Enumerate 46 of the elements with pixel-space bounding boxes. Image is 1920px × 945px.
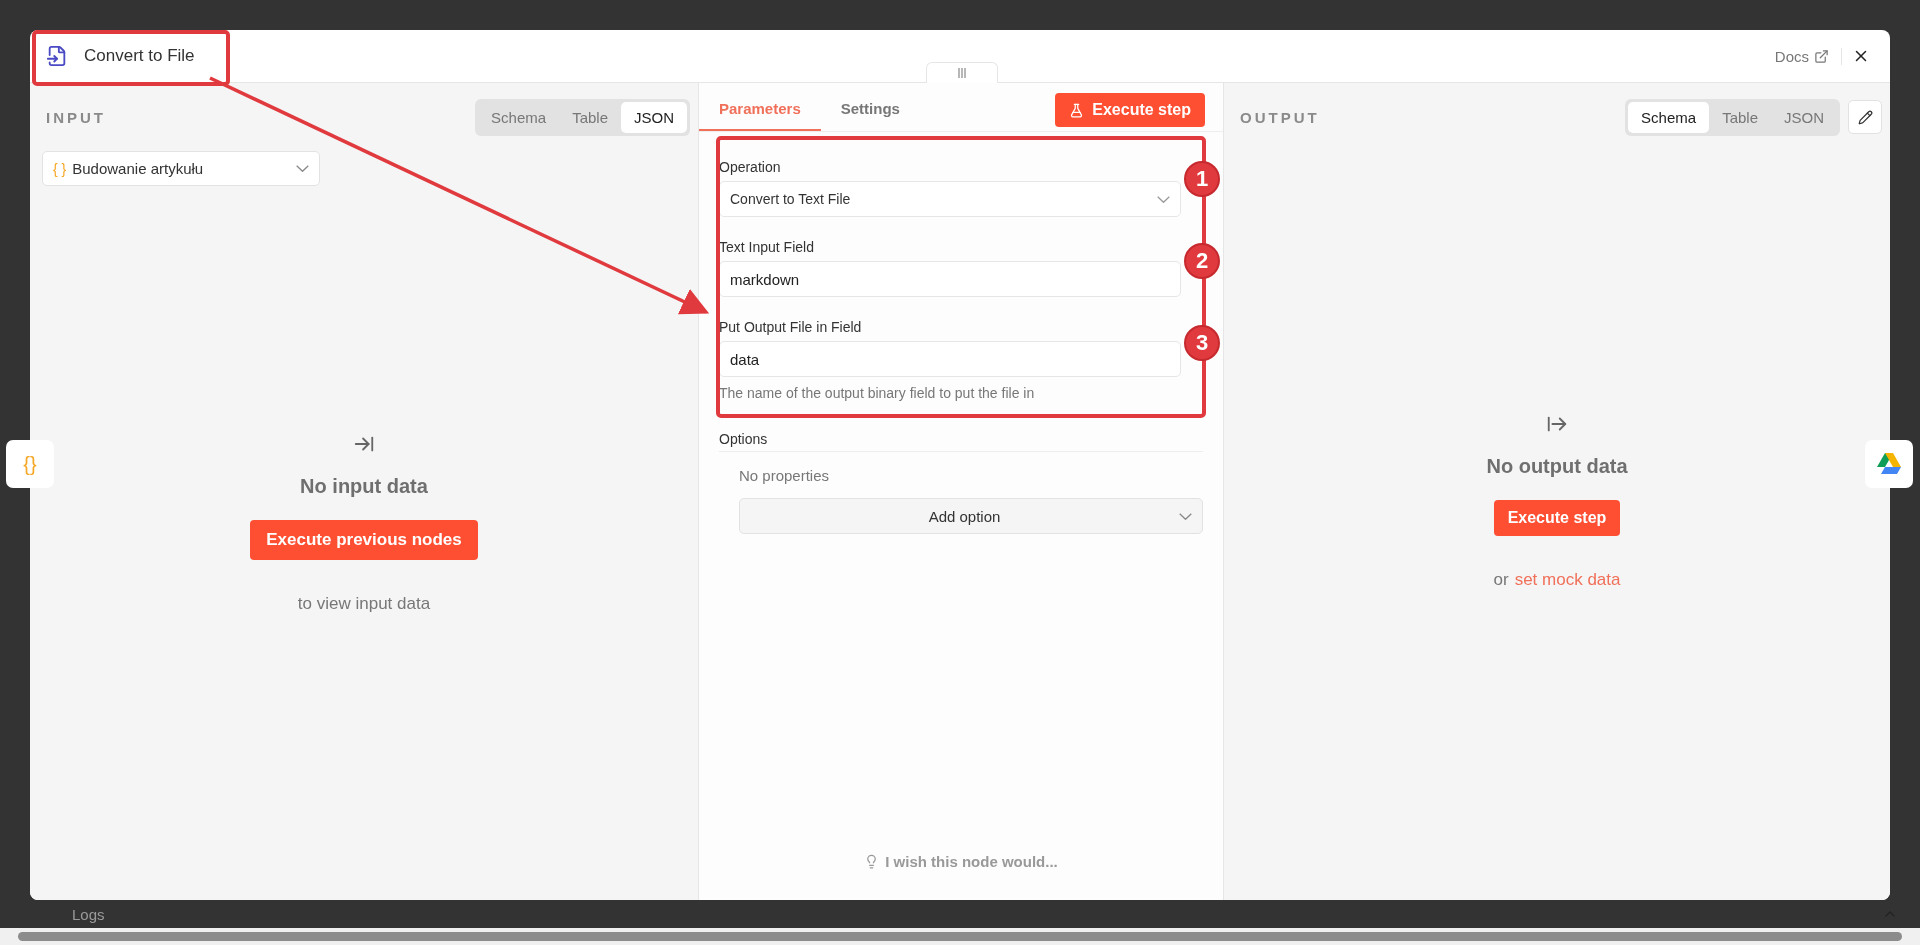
empty-title: No output data bbox=[1486, 455, 1628, 478]
chevron-down-icon bbox=[1157, 195, 1170, 203]
input-node-button[interactable]: {} bbox=[6, 440, 54, 488]
logs-label[interactable]: Logs bbox=[72, 905, 1872, 923]
execute-step-button[interactable]: Execute step bbox=[1493, 500, 1621, 536]
docs-link[interactable]: Docs bbox=[1774, 47, 1842, 65]
output-node-button[interactable] bbox=[1865, 440, 1913, 488]
options-heading: Options bbox=[719, 431, 1203, 452]
execute-previous-button[interactable]: Execute previous nodes bbox=[250, 520, 478, 560]
drag-handle[interactable] bbox=[926, 62, 998, 83]
add-option-button[interactable]: Add option bbox=[739, 498, 1203, 534]
panel-heading: INPUT bbox=[46, 108, 107, 126]
select-field[interactable]: Convert to Text File bbox=[719, 181, 1181, 217]
chevron-down-icon bbox=[1179, 512, 1192, 520]
field-label: Operation bbox=[719, 159, 782, 175]
input-field[interactable]: markdown bbox=[719, 261, 1181, 297]
field-label: Put Output File in Field bbox=[719, 319, 863, 335]
field-hint: The name of the output binary field to put the file in bbox=[719, 385, 1036, 401]
pencil-icon bbox=[1857, 109, 1873, 125]
view-tab[interactable]: Schema bbox=[478, 101, 560, 133]
panel-tab[interactable]: Parameters bbox=[699, 87, 821, 131]
chevron-down-icon bbox=[296, 165, 309, 172]
scrollbar-thumb[interactable] bbox=[18, 932, 1902, 941]
empty-options-text: No properties bbox=[739, 467, 831, 484]
dialog-title: Convert to File bbox=[84, 46, 196, 66]
empty-hint: or bbox=[1493, 570, 1509, 590]
empty-hint: to view input data bbox=[297, 594, 431, 614]
edit-button[interactable] bbox=[1848, 100, 1882, 134]
view-tab[interactable]: JSON bbox=[621, 101, 687, 133]
panel-heading: OUTPUT bbox=[1240, 108, 1321, 126]
view-tab[interactable]: Schema bbox=[1628, 101, 1710, 133]
input-field[interactable]: data bbox=[719, 341, 1181, 377]
external-link-icon bbox=[1814, 48, 1829, 64]
drive-logo-icon bbox=[1877, 453, 1901, 475]
panel-tab[interactable]: Settings bbox=[820, 87, 920, 131]
mock-data-link[interactable]: set mock data bbox=[1514, 570, 1621, 590]
empty-title: No input data bbox=[300, 475, 428, 498]
file-input-icon bbox=[46, 45, 68, 67]
feedback-link[interactable]: I wish this node would... bbox=[864, 853, 1058, 870]
execute-step-button[interactable]: Execute step bbox=[1055, 93, 1205, 127]
flask-icon bbox=[1069, 102, 1085, 118]
view-tab[interactable]: JSON bbox=[1771, 101, 1837, 133]
view-tab[interactable]: Table bbox=[1709, 101, 1771, 133]
field-label: Text Input Field bbox=[719, 239, 815, 255]
view-tab[interactable]: Table bbox=[559, 101, 621, 133]
source-select[interactable]: { } Budowanie artykułu bbox=[42, 151, 320, 186]
